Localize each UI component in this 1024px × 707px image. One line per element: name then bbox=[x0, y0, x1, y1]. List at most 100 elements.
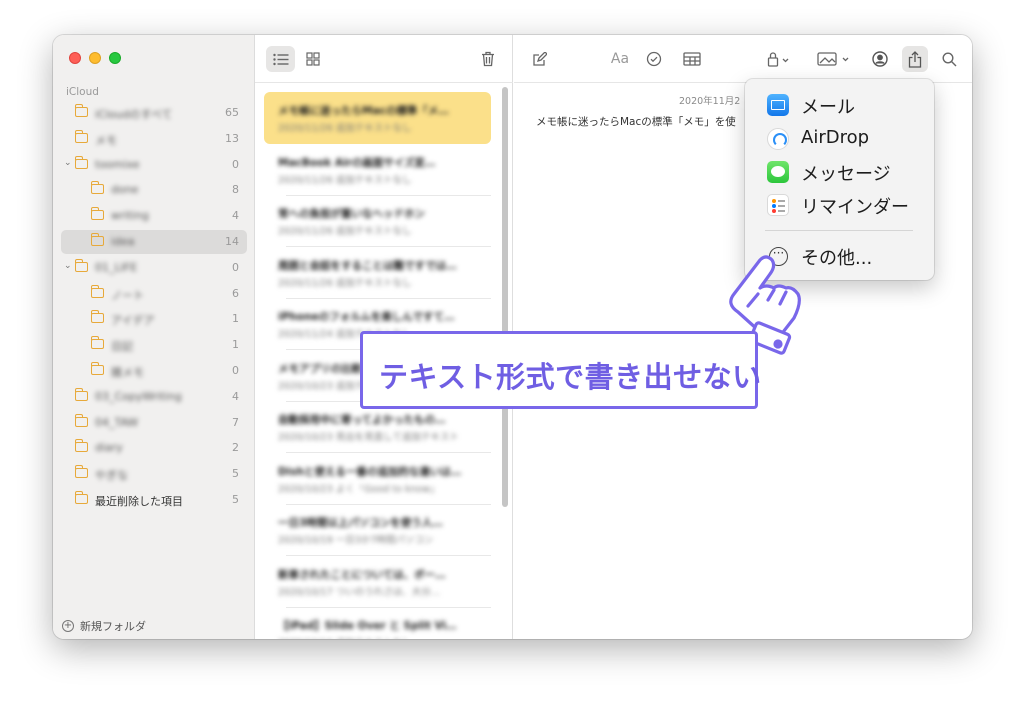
checklist-icon bbox=[646, 51, 662, 67]
note-list-item[interactable]: 新車されたことについては、ボー… 2020/10/17 ついのうれさは、大分… bbox=[264, 556, 491, 608]
folder-name: diary bbox=[95, 441, 123, 455]
folder-icon bbox=[75, 104, 88, 117]
share-menu-label: AirDrop bbox=[801, 127, 870, 148]
table-button[interactable] bbox=[680, 48, 704, 70]
menu-separator bbox=[765, 230, 913, 231]
sidebar-folder[interactable]: 日記 1 bbox=[61, 333, 247, 357]
folder-count: 5 bbox=[232, 493, 239, 506]
note-list-item[interactable]: 常への負担が重いなヘッドホン 2020/11/26 追加テキストなし bbox=[264, 195, 491, 247]
sidebar-folder[interactable]: ⌄ 01_LIFE 0 bbox=[61, 256, 247, 280]
lock-button[interactable] bbox=[764, 48, 794, 70]
folder-name: アイデア bbox=[111, 314, 155, 328]
sidebar-folder[interactable]: ノート 6 bbox=[61, 282, 247, 306]
note-preview: 2020/10/17 ついのうれさは、大分… bbox=[278, 586, 441, 598]
sidebar-folder[interactable]: メモ 13 bbox=[61, 127, 247, 151]
folder-count: 4 bbox=[232, 209, 239, 223]
sidebar-folder[interactable]: diary 2 bbox=[61, 436, 247, 460]
sidebar: iCloud iCloudのすべて 65 メモ 13 ⌄ toomixe 0 done 8 wri… bbox=[53, 35, 255, 639]
folder-count: 4 bbox=[232, 389, 239, 403]
folder-count: 13 bbox=[225, 131, 239, 145]
compose-button[interactable] bbox=[528, 48, 550, 70]
sidebar-folder[interactable]: 雑メモ 0 bbox=[61, 359, 247, 383]
note-list-item[interactable]: 周囲と会話をすることは難ですでは… 2020/11/26 追加テキストなし bbox=[264, 247, 491, 299]
sidebar-folder[interactable]: idea 14 bbox=[61, 230, 247, 254]
sidebar-folder[interactable]: 03_CopyWriting 4 bbox=[61, 385, 247, 409]
search-icon bbox=[941, 51, 956, 66]
folder-count: 2 bbox=[232, 441, 239, 455]
note-preview: 2020/11/26 追加テキストなし bbox=[278, 174, 412, 186]
folder-name: idea bbox=[111, 235, 135, 248]
format-button[interactable]: Aa bbox=[608, 48, 632, 70]
folder-count: 1 bbox=[232, 338, 239, 352]
chevron-down-icon[interactable]: ⌄ bbox=[64, 261, 72, 271]
messages-icon bbox=[767, 161, 789, 183]
folder-count: 65 bbox=[225, 106, 239, 119]
note-list-item[interactable]: MacBook Airの画面サイズ変… 2020/11/26 追加テキストなし bbox=[264, 144, 491, 196]
share-menu-label: メール bbox=[801, 97, 855, 118]
annotation-callout: テキスト形式で書き出せない bbox=[360, 331, 761, 409]
photo-icon bbox=[817, 52, 849, 66]
note-list-item[interactable]: Dishと使える一番の追加的な違いは… 2020/10/23 よく「Good to… bbox=[264, 453, 491, 505]
folder-name: 日記 bbox=[111, 340, 133, 354]
folder-name: やぎな bbox=[95, 469, 128, 483]
share-menu-item-mail[interactable]: メール bbox=[745, 89, 934, 119]
note-title: MacBook Airの画面サイズ変… bbox=[278, 156, 436, 169]
folder-name: toomixe bbox=[95, 157, 140, 171]
folder-icon bbox=[75, 491, 88, 504]
checklist-button[interactable] bbox=[643, 48, 665, 70]
note-preview: 2020/11/26 追加テキストなし bbox=[278, 123, 412, 134]
sidebar-folder[interactable]: やぎな 5 bbox=[61, 462, 247, 486]
note-list-item[interactable]: 【iPad】Slide Over と Split Vi… 2020/10/16 追… bbox=[264, 607, 491, 639]
list-view-button[interactable] bbox=[266, 46, 295, 72]
share-button[interactable] bbox=[902, 46, 928, 72]
media-button[interactable] bbox=[815, 48, 853, 70]
search-button[interactable] bbox=[938, 48, 960, 70]
notes-list-toolbar bbox=[255, 35, 513, 83]
sidebar-folder[interactable]: writing 4 bbox=[61, 204, 247, 228]
note-body[interactable]: メモ帳に迷ったらMacの標準「メモ」を使 bbox=[536, 114, 736, 129]
table-icon bbox=[683, 52, 701, 66]
share-menu-item-reminders[interactable]: リマインダー bbox=[745, 189, 934, 219]
new-folder-button[interactable]: + 新規フォルダ bbox=[62, 618, 146, 634]
note-list-item[interactable]: 一日3時間以上パソコンを使う人… 2020/10/19 一日3か7時間パソコン bbox=[264, 504, 491, 556]
note-date: 2020年11月2 bbox=[679, 96, 741, 107]
note-title: 常への負担が重いなヘッドホン bbox=[278, 208, 425, 220]
folder-icon bbox=[91, 336, 104, 350]
folder-name: writing bbox=[111, 209, 149, 223]
note-title: 新車されたことについては、ボー… bbox=[278, 568, 446, 581]
share-menu-item-messages[interactable]: メッセージ bbox=[745, 156, 934, 186]
note-preview: 2020/11/26 追加テキストなし bbox=[278, 277, 412, 289]
zoom-window-button[interactable] bbox=[109, 52, 121, 64]
note-title: メモ帳に迷ったらMacの標準「メ… bbox=[278, 105, 449, 117]
close-window-button[interactable] bbox=[69, 52, 81, 64]
folder-count: 1 bbox=[232, 312, 239, 326]
minimize-window-button[interactable] bbox=[89, 52, 101, 64]
collaborate-button[interactable] bbox=[868, 48, 892, 70]
sidebar-folder[interactable]: 最近削除した項目 5 bbox=[61, 488, 247, 512]
notes-scrollbar[interactable] bbox=[502, 87, 508, 507]
folder-name: done bbox=[111, 183, 139, 197]
gallery-view-button[interactable] bbox=[299, 46, 327, 72]
folder-icon bbox=[75, 413, 88, 427]
sidebar-folder[interactable]: done 8 bbox=[61, 178, 247, 202]
sidebar-folder[interactable]: ⌄ toomixe 0 bbox=[61, 153, 247, 177]
share-menu-item-airdrop[interactable]: AirDrop bbox=[745, 123, 934, 153]
sidebar-folder[interactable]: アイデア 1 bbox=[61, 307, 247, 331]
reminders-icon bbox=[767, 194, 789, 216]
folder-icon bbox=[91, 207, 104, 221]
share-icon bbox=[908, 50, 922, 68]
folder-name: 雑メモ bbox=[111, 366, 144, 379]
mail-icon bbox=[767, 94, 789, 116]
chevron-down-icon[interactable]: ⌄ bbox=[64, 158, 72, 168]
callout-text: テキスト形式で書き出せない bbox=[379, 360, 762, 394]
sidebar-folder[interactable]: 04_TAW 7 bbox=[61, 411, 247, 435]
delete-button[interactable] bbox=[474, 46, 502, 72]
folder-icon bbox=[91, 233, 104, 246]
list-view-icon bbox=[272, 53, 288, 65]
note-preview: 2020/10/23 見出を見直して追加テキスト bbox=[278, 432, 459, 443]
note-list-item[interactable]: メモ帳に迷ったらMacの標準「メ… 2020/11/26 追加テキストなし bbox=[264, 92, 491, 144]
folder-count: 0 bbox=[232, 364, 239, 377]
note-title: 【iPad】Slide Over と Split Vi… bbox=[278, 620, 457, 632]
folder-name: 03_CopyWriting bbox=[95, 389, 182, 403]
sidebar-folder[interactable]: iCloudのすべて 65 bbox=[61, 101, 247, 125]
